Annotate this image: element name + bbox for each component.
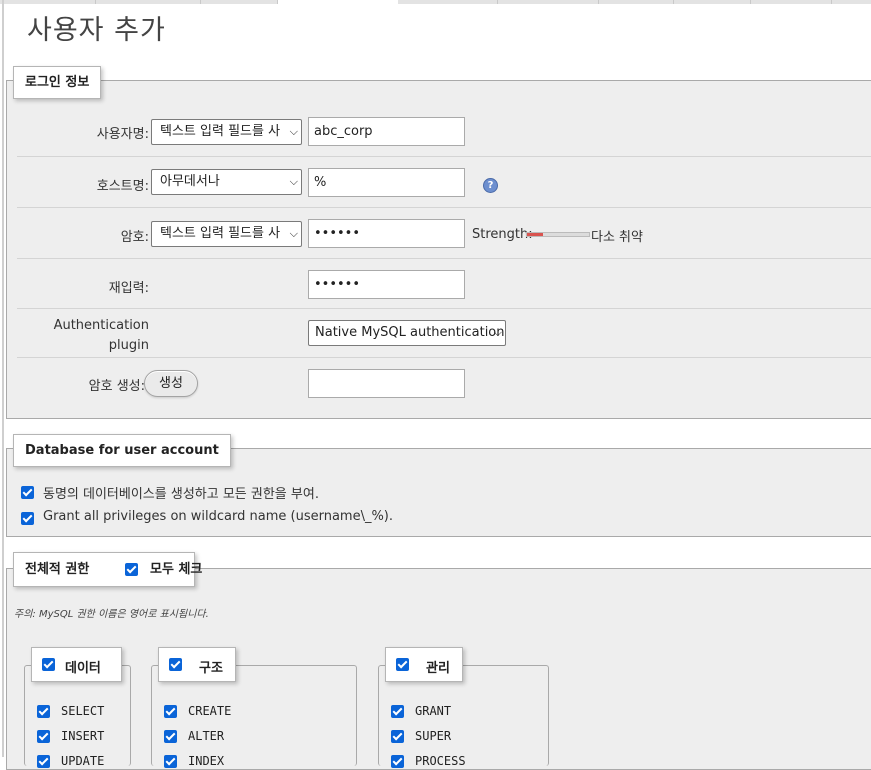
data-group-checkbox[interactable] (42, 658, 55, 671)
auth-plugin-row: Authentication plugin Native MySQL authe… (17, 309, 871, 358)
username-label: 사용자명: (96, 127, 149, 142)
tab-fragment[interactable] (0, 0, 96, 4)
generated-password-input[interactable] (308, 369, 465, 398)
username-mode-select[interactable]: 텍스트 입력 필드를 사 ⌵ (151, 119, 302, 145)
auth-plugin-label-line1: Authentication (53, 318, 149, 333)
top-tab-strip (0, 0, 871, 4)
create-db-label: 동명의 데이터베이스를 생성하고 모든 권한을 부여. (43, 487, 319, 502)
select-priv-checkbox[interactable] (37, 705, 50, 718)
super-priv-checkbox[interactable] (391, 730, 404, 743)
auth-plugin-label-line2: plugin (108, 338, 149, 353)
tab-fragment[interactable] (832, 0, 871, 4)
create-priv-label: CREATE (188, 704, 232, 718)
tab-fragment[interactable] (201, 0, 278, 4)
password-mode-select[interactable]: 텍스트 입력 필드를 사 ⌵ (151, 221, 302, 247)
grant-wildcard-checkbox[interactable] (21, 512, 34, 525)
host-label: 호스트명: (96, 179, 149, 194)
index-priv-label: INDEX (188, 754, 225, 768)
grant-priv-label: GRANT (415, 704, 452, 718)
structure-group-title: 구조 (199, 661, 223, 676)
structure-group-legend: 구조 (158, 647, 236, 682)
username-mode-value: 텍스트 입력 필드를 사 (160, 124, 281, 139)
process-priv-label: PROCESS (415, 754, 466, 768)
generate-password-button[interactable]: 생성 (144, 370, 198, 397)
password-row: 암호: 텍스트 입력 필드를 사 ⌵ •••••• Strength: 다소 취… (17, 208, 871, 259)
admin-group-title: 관리 (426, 661, 450, 676)
global-privileges-legend: 전체적 권한 모두 체크 (13, 552, 202, 587)
tab-fragment[interactable] (96, 0, 201, 4)
page-title: 사용자 추가 (27, 15, 166, 46)
admin-group-checkbox[interactable] (396, 658, 409, 671)
auth-plugin-value: Native MySQL authentication (315, 325, 505, 340)
select-priv-label: SELECT (61, 704, 105, 718)
reenter-label: 재입력: (108, 281, 149, 296)
login-info-fieldset: 로그인 정보 사용자명: 텍스트 입력 필드를 사 ⌵ abc_corp 호스트… (6, 66, 871, 419)
admin-group-legend: 관리 (385, 647, 463, 682)
reenter-input[interactable]: •••••• (308, 270, 465, 299)
password-input[interactable]: •••••• (308, 219, 465, 248)
auth-plugin-label: Authentication plugin (54, 316, 149, 356)
insert-priv-checkbox[interactable] (37, 730, 50, 743)
strength-meter-fill (527, 233, 543, 236)
global-privileges-title: 전체적 권한 (25, 562, 90, 577)
tab-fragment[interactable] (398, 0, 498, 4)
data-group-title: 데이터 (65, 661, 101, 676)
database-legend: Database for user account (13, 434, 231, 467)
tab-fragment[interactable] (498, 0, 599, 4)
check-all-checkbox[interactable] (125, 563, 138, 576)
alter-priv-label: ALTER (188, 729, 225, 743)
host-mode-select[interactable]: 아무데서나 ⌵ (151, 169, 302, 195)
login-info-legend: 로그인 정보 (13, 66, 102, 99)
strength-meter (526, 232, 590, 237)
username-row: 사용자명: 텍스트 입력 필드를 사 ⌵ abc_corp (17, 108, 871, 157)
create-db-checkbox[interactable] (21, 486, 34, 499)
check-all-label: 모두 체크 (150, 562, 203, 577)
grant-priv-checkbox[interactable] (391, 705, 404, 718)
reenter-row: 재입력: •••••• (17, 259, 871, 309)
tab-fragment[interactable] (751, 0, 832, 4)
generate-password-row: 암호 생성: 생성 (17, 358, 871, 408)
help-icon[interactable]: ? (483, 178, 498, 193)
data-group-legend: 데이터 (31, 647, 122, 682)
password-label: 암호: (120, 230, 149, 245)
username-input[interactable]: abc_corp (308, 117, 465, 146)
tab-fragment[interactable] (674, 0, 751, 4)
password-mode-value: 텍스트 입력 필드를 사 (160, 226, 281, 241)
tab-fragment[interactable] (599, 0, 674, 4)
strength-label: Strength: (472, 227, 533, 242)
chevron-down-icon: ⌵ (289, 227, 298, 240)
privileges-note: 주의: MySQL 권한 이름은 영어로 표시됩니다. (14, 609, 209, 620)
insert-priv-label: INSERT (61, 729, 105, 743)
left-border (2, 0, 4, 757)
grant-wildcard-label: Grant all privileges on wildcard name (u… (43, 509, 394, 524)
strength-text: 다소 취약 (591, 230, 643, 245)
chevron-down-icon: ⌵ (289, 175, 298, 188)
database-fieldset: Database for user account 동명의 데이터베이스를 생성… (6, 434, 871, 537)
auth-plugin-select[interactable]: Native MySQL authentication ⌵ (308, 320, 506, 346)
host-input[interactable]: % (308, 168, 465, 197)
chevron-down-icon: ⌵ (289, 125, 298, 138)
host-mode-value: 아무데서나 (160, 174, 220, 189)
structure-group-checkbox[interactable] (169, 658, 182, 671)
generate-password-label: 암호 생성: (88, 379, 145, 394)
update-priv-label: UPDATE (61, 754, 105, 768)
super-priv-label: SUPER (415, 729, 452, 743)
create-priv-checkbox[interactable] (164, 705, 177, 718)
chevron-down-icon: ⌵ (493, 326, 502, 339)
host-row: 호스트명: 아무데서나 ⌵ % ? (17, 157, 871, 208)
alter-priv-checkbox[interactable] (164, 730, 177, 743)
